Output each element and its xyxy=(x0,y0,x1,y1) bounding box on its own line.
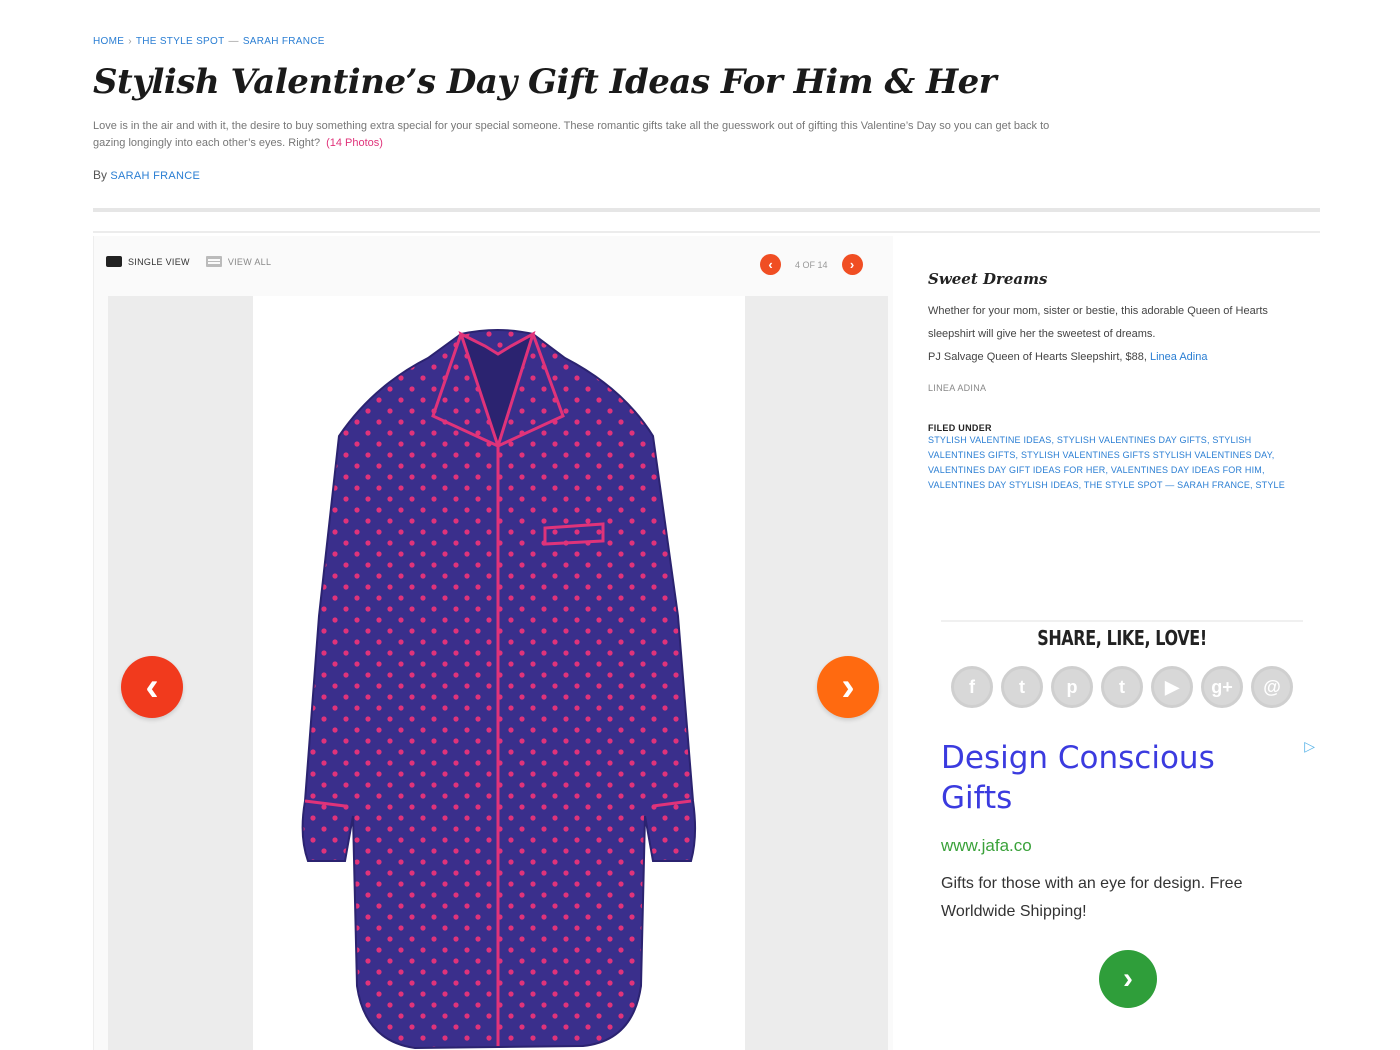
slide-counter: 4 OF 14 xyxy=(795,259,828,270)
article-deck: Love is in the air and with it, the desi… xyxy=(93,118,1083,152)
slide-description: Whether for your mom, sister or bestie, … xyxy=(928,305,1268,340)
twitter-icon[interactable]: t xyxy=(1001,666,1043,708)
ad-url[interactable]: www.jafa.co xyxy=(941,836,1321,856)
byline: By SARAH FRANCE xyxy=(93,168,200,182)
retailer-link[interactable]: Linea Adina xyxy=(1150,351,1208,363)
next-slide-button[interactable]: › xyxy=(817,656,879,718)
deck-text: Love is in the air and with it, the desi… xyxy=(93,120,1050,149)
page: HOME › THE STYLE SPOT — SARAH FRANCE Stylish… xyxy=(93,0,1320,1050)
divider xyxy=(93,208,1320,212)
slide-title: Sweet Dreams xyxy=(928,270,1048,288)
breadcrumb-separator: — xyxy=(228,36,239,47)
chevron-left-icon: ‹ xyxy=(145,664,159,709)
product-line: PJ Salvage Queen of Hearts Sleepshirt, $… xyxy=(928,346,1318,369)
slide-photo xyxy=(253,296,745,1050)
chevron-right-icon: › xyxy=(841,664,855,709)
email-icon[interactable]: @ xyxy=(1251,666,1293,708)
breadcrumb: HOME › THE STYLE SPOT — SARAH FRANCE xyxy=(93,36,325,47)
chevron-right-icon: › xyxy=(1123,962,1133,995)
breadcrumb-separator: › xyxy=(128,36,132,47)
mini-prev-button[interactable]: ‹ xyxy=(760,254,781,275)
share-title: SHARE, LIKE, LOVE! xyxy=(1037,626,1207,650)
facebook-icon[interactable]: f xyxy=(951,666,993,708)
single-view-button[interactable]: SINGLE VIEW xyxy=(106,256,190,267)
breadcrumb-style-spot[interactable]: THE STYLE SPOT xyxy=(136,36,225,47)
single-view-label: SINGLE VIEW xyxy=(128,256,190,267)
breadcrumb-author[interactable]: SARAH FRANCE xyxy=(243,36,325,47)
tumblr-icon[interactable]: t xyxy=(1101,666,1143,708)
adchoices-icon[interactable]: ▷ xyxy=(1304,738,1315,755)
mini-pager: ‹ 4 OF 14 › xyxy=(760,254,863,275)
byline-prefix: By xyxy=(93,168,108,182)
photo-credit: LINEA ADINA xyxy=(928,383,987,393)
divider xyxy=(93,231,1320,233)
breadcrumb-home[interactable]: HOME xyxy=(93,36,124,47)
ad-title[interactable]: Design Conscious Gifts xyxy=(941,738,1271,818)
ad-body: Gifts for those with an eye for design. … xyxy=(941,875,1243,920)
googleplus-icon[interactable]: g+ xyxy=(1201,666,1243,708)
page-title: Stylish Valentine’s Day Gift Ideas For H… xyxy=(93,62,997,102)
ad-go-button[interactable]: › xyxy=(1099,950,1157,1008)
view-all-button[interactable]: VIEW ALL xyxy=(205,256,272,267)
prev-slide-button[interactable]: ‹ xyxy=(121,656,183,718)
share-block: SHARE, LIKE, LOVE! f t p t ▶ g+ @ xyxy=(941,620,1303,708)
social-icons: f t p t ▶ g+ @ xyxy=(941,666,1303,708)
product-text: PJ Salvage Queen of Hearts Sleepshirt, $… xyxy=(928,351,1147,363)
gallery: SINGLE VIEW VIEW ALL ‹ 4 OF 14 › ‹ › xyxy=(93,236,893,1050)
author-link[interactable]: SARAH FRANCE xyxy=(110,170,200,182)
slide-stage: ‹ › xyxy=(108,296,888,1050)
photos-link[interactable]: (14 Photos) xyxy=(326,137,383,149)
single-view-icon xyxy=(106,256,122,267)
youtube-icon[interactable]: ▶ xyxy=(1151,666,1193,708)
filed-under-label: FILED UNDER xyxy=(928,423,992,433)
grid-icon xyxy=(205,256,222,267)
ad-block: ▷ Design Conscious Gifts www.jafa.co Gif… xyxy=(941,738,1321,1008)
view-toggle: SINGLE VIEW VIEW ALL xyxy=(106,256,271,267)
mini-next-button[interactable]: › xyxy=(841,254,863,275)
pinterest-icon[interactable]: p xyxy=(1051,666,1093,708)
filed-under-tags[interactable]: STYLISH VALENTINE IDEAS, STYLISH VALENTI… xyxy=(928,433,1308,493)
sleepshirt-image xyxy=(301,329,697,1050)
slide-caption: Sweet Dreams Whether for your mom, siste… xyxy=(928,270,1318,493)
view-all-label: VIEW ALL xyxy=(227,256,272,267)
